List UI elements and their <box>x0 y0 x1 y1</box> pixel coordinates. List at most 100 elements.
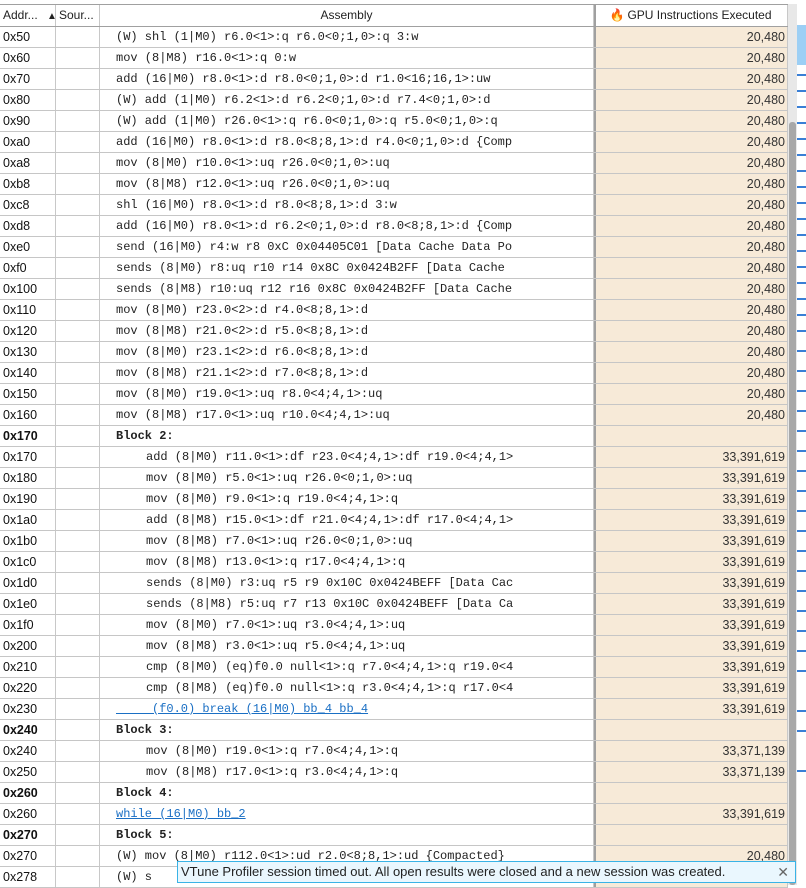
gpu-instructions-cell: 33,391,619 <box>594 531 788 551</box>
table-row[interactable]: 0x60 mov (8|M8) r16.0<1>:q 0:w 20,480 <box>0 48 788 69</box>
address-cell: 0x1f0 <box>0 615 56 635</box>
source-cell <box>56 279 100 299</box>
table-row[interactable]: 0xa8 mov (8|M0) r10.0<1>:uq r26.0<0;1,0>:… <box>0 153 788 174</box>
table-row[interactable]: 0xa0 add (16|M0) r8.0<1>:d r8.0<8;8,1>:d … <box>0 132 788 153</box>
assembly-cell: (W) add (1|M0) r6.2<1>:d r6.2<0;1,0>:d r… <box>100 90 594 110</box>
assembly-cell: Block 2: <box>100 426 594 446</box>
table-row[interactable]: 0xb8 mov (8|M8) r12.0<1>:uq r26.0<0;1,0>:… <box>0 174 788 195</box>
minimap-marker <box>797 314 806 316</box>
overview-minimap[interactable] <box>797 4 806 885</box>
close-icon[interactable]: ✕ <box>777 862 789 882</box>
minimap-marker <box>797 610 806 612</box>
table-row[interactable]: 0x160 mov (8|M8) r17.0<1>:uq r10.0<4;4,1>… <box>0 405 788 426</box>
table-row[interactable]: 0x1b0 mov (8|M8) r7.0<1>:uq r26.0<0;1,0>:… <box>0 531 788 552</box>
gpu-instructions-cell: 33,391,619 <box>594 699 788 719</box>
minimap-marker <box>797 510 806 512</box>
column-header-address[interactable]: Addr... ▲ <box>0 5 56 26</box>
table-row[interactable]: 0x180 mov (8|M0) r5.0<1>:uq r26.0<0;1,0>:… <box>0 468 788 489</box>
gpu-instructions-cell: 20,480 <box>594 153 788 173</box>
minimap-marker <box>797 650 806 652</box>
table-row[interactable]: 0x140 mov (8|M8) r21.1<2>:d r7.0<8;8,1>:d… <box>0 363 788 384</box>
vertical-scrollbar[interactable] <box>788 4 797 885</box>
minimap-marker <box>797 218 806 220</box>
source-cell <box>56 48 100 68</box>
address-cell: 0x1c0 <box>0 552 56 572</box>
notification-text: VTune Profiler session timed out. All op… <box>181 864 726 879</box>
table-row[interactable]: 0xc8 shl (16|M0) r8.0<1>:d r8.0<8;8,1>:d … <box>0 195 788 216</box>
table-row[interactable]: 0x190 mov (8|M0) r9.0<1>:q r19.0<4;4,1>:q… <box>0 489 788 510</box>
address-cell: 0x110 <box>0 300 56 320</box>
source-cell <box>56 678 100 698</box>
table-row[interactable]: 0x240 mov (8|M0) r19.0<1>:q r7.0<4;4,1>:q… <box>0 741 788 762</box>
table-row[interactable]: 0x1a0 add (8|M8) r15.0<1>:df r21.0<4;4,1>… <box>0 510 788 531</box>
minimap-marker <box>797 74 806 76</box>
gpu-instructions-cell: 20,480 <box>594 321 788 341</box>
table-row[interactable]: 0xd8 add (16|M0) r8.0<1>:d r6.2<0;1,0>:d … <box>0 216 788 237</box>
table-row[interactable]: 0x80 (W) add (1|M0) r6.2<1>:d r6.2<0;1,0>… <box>0 90 788 111</box>
table-row[interactable]: 0x1c0 mov (8|M8) r13.0<1>:q r17.0<4;4,1>:… <box>0 552 788 573</box>
table-row[interactable]: 0x130 mov (8|M0) r23.1<2>:d r6.0<8;8,1>:d… <box>0 342 788 363</box>
assembly-cell: mov (8|M8) r7.0<1>:uq r26.0<0;1,0>:uq <box>100 531 594 551</box>
assembly-link[interactable]: while (16|M0) bb_2 <box>100 804 594 824</box>
table-row[interactable]: 0x170 add (8|M0) r11.0<1>:df r23.0<4;4,1>… <box>0 447 788 468</box>
source-cell <box>56 153 100 173</box>
source-cell <box>56 489 100 509</box>
source-cell <box>56 426 100 446</box>
scrollbar-thumb[interactable] <box>789 122 796 885</box>
table-row[interactable]: 0x200 mov (8|M8) r3.0<1>:uq r5.0<4;4,1>:u… <box>0 636 788 657</box>
address-cell: 0x1b0 <box>0 531 56 551</box>
table-row[interactable]: 0xe0 send (16|M0) r4:w r8 0xC 0x04405C01 … <box>0 237 788 258</box>
block-header-row[interactable]: 0x170 Block 2: <box>0 426 788 447</box>
address-cell: 0xb8 <box>0 174 56 194</box>
table-row[interactable]: 0x210 cmp (8|M0) (eq)f0.0 null<1>:q r7.0<… <box>0 657 788 678</box>
block-header-row[interactable]: 0x260 Block 4: <box>0 783 788 804</box>
gpu-instructions-cell: 33,391,619 <box>594 636 788 656</box>
assembly-cell: sends (8|M0) r3:uq r5 r9 0x10C 0x0424BEF… <box>100 573 594 593</box>
minimap-marker <box>797 234 806 236</box>
table-row[interactable]: 0x100 sends (8|M8) r10:uq r12 r16 0x8C 0x… <box>0 279 788 300</box>
address-cell: 0x160 <box>0 405 56 425</box>
table-row[interactable]: 0x70 add (16|M0) r8.0<1>:d r8.0<0;1,0>:d … <box>0 69 788 90</box>
address-cell: 0x270 <box>0 825 56 845</box>
minimap-marker <box>797 570 806 572</box>
source-cell <box>56 468 100 488</box>
table-row[interactable]: 0x1e0 sends (8|M8) r5:uq r7 r13 0x10C 0x0… <box>0 594 788 615</box>
table-row[interactable]: 0x120 mov (8|M8) r21.0<2>:d r5.0<8;8,1>:d… <box>0 321 788 342</box>
minimap-marker <box>797 450 806 452</box>
table-row[interactable]: 0x260 while (16|M0) bb_2 33,391,619 <box>0 804 788 825</box>
table-row[interactable]: 0x50 (W) shl (1|M0) r6.0<1>:q r6.0<0;1,0>… <box>0 27 788 48</box>
address-cell: 0x240 <box>0 720 56 740</box>
block-header-row[interactable]: 0x240 Block 3: <box>0 720 788 741</box>
table-row[interactable]: 0xf0 sends (8|M0) r8:uq r10 r14 0x8C 0x04… <box>0 258 788 279</box>
block-header-row[interactable]: 0x270 Block 5: <box>0 825 788 846</box>
assembly-cell: mov (8|M0) r23.0<2>:d r4.0<8;8,1>:d <box>100 300 594 320</box>
address-cell: 0x278 <box>0 867 56 887</box>
gpu-instructions-cell: 33,391,619 <box>594 489 788 509</box>
assembly-cell: mov (8|M0) r10.0<1>:uq r26.0<0;1,0>:uq <box>100 153 594 173</box>
address-cell: 0x50 <box>0 27 56 47</box>
address-cell: 0x260 <box>0 783 56 803</box>
column-header-assembly[interactable]: Assembly <box>100 5 594 26</box>
table-row[interactable]: 0x90 (W) add (1|M0) r26.0<1>:q r6.0<0;1,0… <box>0 111 788 132</box>
table-row[interactable]: 0x1d0 sends (8|M0) r3:uq r5 r9 0x10C 0x04… <box>0 573 788 594</box>
gpu-instructions-cell <box>594 825 788 845</box>
assembly-cell: sends (8|M8) r10:uq r12 r16 0x8C 0x0424B… <box>100 279 594 299</box>
column-header-gpu-instructions[interactable]: 🔥 GPU Instructions Executed <box>594 5 788 26</box>
table-row[interactable]: 0x220 cmp (8|M8) (eq)f0.0 null<1>:q r3.0<… <box>0 678 788 699</box>
sort-ascending-icon: ▲ <box>47 11 56 22</box>
minimap-marker <box>797 410 806 412</box>
address-cell: 0x200 <box>0 636 56 656</box>
gpu-instructions-cell <box>594 783 788 803</box>
table-row[interactable]: 0x230 (f0.0) break (16|M0) bb_4 bb_4 33,3… <box>0 699 788 720</box>
assembly-cell: Block 4: <box>100 783 594 803</box>
table-row[interactable]: 0x250 mov (8|M8) r17.0<1>:q r3.0<4;4,1>:q… <box>0 762 788 783</box>
minimap-marker <box>797 122 806 124</box>
table-row[interactable]: 0x110 mov (8|M0) r23.0<2>:d r4.0<8;8,1>:d… <box>0 300 788 321</box>
minimap-marker <box>797 186 806 188</box>
table-row[interactable]: 0x150 mov (8|M0) r19.0<1>:uq r8.0<4;4,1>:… <box>0 384 788 405</box>
minimap-marker <box>797 630 806 632</box>
table-row[interactable]: 0x1f0 mov (8|M0) r7.0<1>:uq r3.0<4;4,1>:u… <box>0 615 788 636</box>
assembly-link[interactable]: (f0.0) break (16|M0) bb_4 bb_4 <box>100 699 594 719</box>
column-header-source[interactable]: Sour... <box>56 5 100 26</box>
source-cell <box>56 615 100 635</box>
